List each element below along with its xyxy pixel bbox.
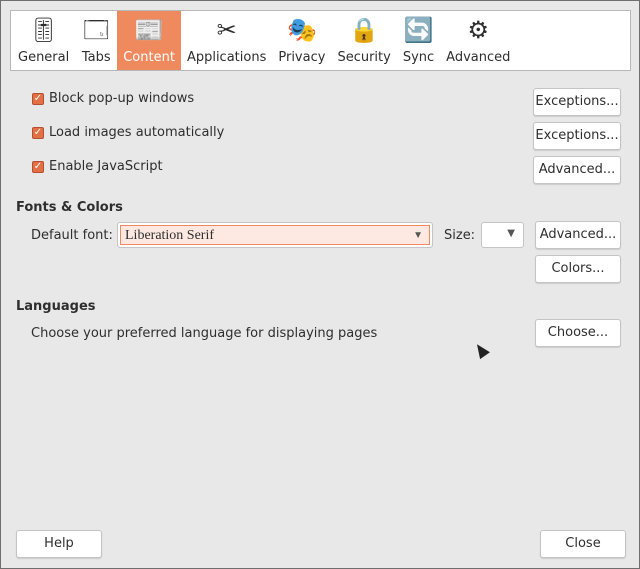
tab-applications[interactable]: ✂ Applications [181,11,272,70]
tab-label: Privacy [278,50,326,65]
languages-description: Choose your preferred language for displ… [31,326,378,341]
sync-icon: 🔄 [403,16,434,44]
default-font-select[interactable]: Liberation Serif ▼ [117,222,433,248]
content-icon: 📰 [134,16,165,44]
javascript-advanced-button[interactable]: Advanced... [533,156,621,184]
close-button[interactable]: Close [540,530,626,558]
lock-icon: 🔒 [349,16,380,44]
tab-label: Content [123,50,175,65]
checkbox-checked-icon: ✓ [32,160,44,173]
gear-icon: ⚙ [467,16,490,44]
checkbox-label: Block pop-up windows [49,91,195,106]
fonts-colors-heading: Fonts & Colors [16,200,123,215]
tab-label: Security [337,50,391,65]
colors-button[interactable]: Colors... [535,255,621,283]
load-images-checkbox[interactable]: ✓ Load images automatically [32,125,224,140]
images-exceptions-button[interactable]: Exceptions... [533,122,621,150]
mouse-cursor-icon [472,340,490,360]
tab-label: General [18,50,70,65]
tab-label: Advanced [446,50,511,65]
mask-icon: 🎭 [286,16,317,44]
checkbox-checked-icon: ✓ [32,92,44,105]
size-label: Size: [444,228,476,243]
tab-label: Sync [402,50,435,65]
tab-label: Tabs [81,50,111,65]
block-popups-checkbox[interactable]: ✓ Block pop-up windows [32,91,194,106]
checkbox-label: Load images automatically [49,125,225,140]
fonts-advanced-button[interactable]: Advanced... [535,221,621,249]
default-font-value: Liberation Serif [125,228,215,243]
default-font-label: Default font: [31,228,113,243]
dropdown-arrow-icon: ▼ [507,228,515,239]
tab-sync[interactable]: 🔄 Sync [397,11,440,70]
tab-label: Applications [186,50,267,65]
sliders-icon: 🎚 [28,16,59,44]
window-tabs-icon: 🗔 [83,16,110,44]
enable-javascript-checkbox[interactable]: ✓ Enable JavaScript [32,159,163,174]
languages-heading: Languages [16,299,96,314]
dropdown-arrow-icon: ▼ [413,230,423,241]
applications-icon: ✂ [216,16,237,44]
checkbox-label: Enable JavaScript [49,159,163,174]
tab-privacy[interactable]: 🎭 Privacy [272,11,331,70]
tab-general[interactable]: 🎚 General [12,11,75,70]
preferences-window: 🎚 General 🗔 Tabs 📰 Content ✂ Applications 🎭 Priva… [0,0,640,569]
tab-tabs[interactable]: 🗔 Tabs [75,11,117,70]
help-button[interactable]: Help [16,530,102,558]
choose-language-button[interactable]: Choose... [535,319,621,347]
checkbox-checked-icon: ✓ [32,126,44,139]
tab-security[interactable]: 🔒 Security [331,11,396,70]
tab-content[interactable]: 📰 Content [117,11,181,70]
tab-advanced[interactable]: ⚙ Advanced [440,11,516,70]
font-size-select[interactable]: ▼ [481,222,524,248]
popup-exceptions-button[interactable]: Exceptions... [533,88,621,116]
preferences-toolbar: 🎚 General 🗔 Tabs 📰 Content ✂ Applications 🎭 Priva… [10,10,631,71]
